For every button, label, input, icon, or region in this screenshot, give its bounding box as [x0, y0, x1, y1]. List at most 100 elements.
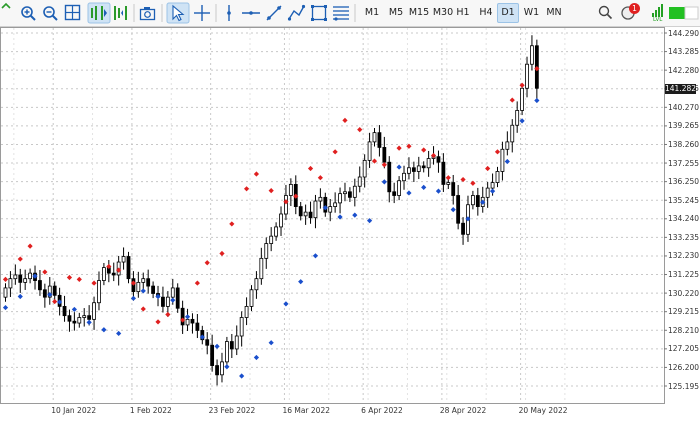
- candle-body: [416, 165, 421, 172]
- candle-body: [475, 195, 480, 207]
- chart-type-menu-button[interactable]: [0, 3, 14, 23]
- trend-line-tool[interactable]: [264, 3, 284, 23]
- zoom-out-button[interactable]: [41, 3, 61, 23]
- timeframe-mn[interactable]: MN: [543, 3, 565, 23]
- candle-body: [269, 235, 274, 244]
- candle-body: [436, 156, 441, 163]
- candle-body: [421, 165, 426, 169]
- screenshot-button[interactable]: [139, 3, 159, 23]
- y-tick-label: 142.280: [668, 65, 700, 75]
- crosshair-tool[interactable]: [192, 3, 212, 23]
- current-price-label: 141.282: [665, 83, 697, 94]
- candle-body: [205, 339, 210, 346]
- candle-body: [111, 272, 116, 276]
- candle-body: [274, 226, 279, 237]
- candle-body: [352, 185, 357, 198]
- candle-body: [264, 243, 269, 259]
- candle-body: [87, 315, 92, 320]
- candle-body: [505, 141, 510, 150]
- candle-body: [357, 176, 362, 187]
- candle-body: [470, 195, 475, 206]
- timeframe-m1[interactable]: M1: [360, 3, 384, 23]
- y-tick-label: 138.260: [668, 139, 700, 149]
- candle-body: [259, 257, 264, 280]
- candle-body: [165, 296, 170, 307]
- y-tick-label: 125.195: [668, 381, 700, 391]
- timeframe-m5[interactable]: M5: [384, 3, 408, 23]
- y-tick-label: 133.235: [668, 232, 700, 242]
- candle-body: [461, 222, 465, 235]
- candle-body: [185, 318, 190, 326]
- candle-body: [441, 161, 446, 185]
- cursor-tool[interactable]: [167, 3, 189, 23]
- candle-body: [313, 200, 318, 219]
- candle-body: [42, 289, 47, 298]
- candle-body: [82, 315, 87, 318]
- chart-shift-button[interactable]: [112, 3, 132, 23]
- candle-body: [510, 124, 515, 143]
- candle-body: [318, 196, 323, 202]
- candle-body: [102, 267, 106, 281]
- candle-body: [495, 171, 500, 183]
- chart-canvas[interactable]: [0, 27, 700, 422]
- timeframe-m15[interactable]: M15: [407, 3, 431, 23]
- candle-body: [190, 318, 195, 324]
- candle-body: [377, 132, 382, 148]
- notification-badge: 1: [629, 3, 640, 14]
- candle-body: [347, 191, 352, 198]
- candle-body: [239, 317, 244, 337]
- candle-body: [451, 182, 456, 196]
- timeframe-h1[interactable]: H1: [453, 3, 473, 23]
- candle-body: [126, 256, 131, 280]
- candle-body: [500, 148, 505, 172]
- candle-body: [234, 335, 239, 350]
- candle-body: [402, 172, 406, 182]
- y-tick-label: 135.245: [668, 195, 700, 205]
- y-tick-label: 140.270: [668, 102, 700, 112]
- x-tick-label: 6 Apr 2022: [361, 406, 403, 415]
- connection-status-indicator: [669, 7, 685, 19]
- candle-body: [407, 167, 411, 174]
- candle-body: [446, 182, 451, 185]
- x-tick-label: 20 May 2022: [518, 406, 568, 415]
- y-tick-label: 137.255: [668, 158, 700, 168]
- candle-body: [18, 274, 23, 283]
- search-button[interactable]: [596, 3, 616, 23]
- candle-body: [215, 365, 219, 376]
- candle-body: [136, 281, 141, 293]
- candle-body: [284, 195, 288, 215]
- candle-body: [151, 285, 156, 294]
- polyline-tool[interactable]: [287, 3, 307, 23]
- rectangle-tool[interactable]: [309, 3, 329, 23]
- y-tick-label: 131.225: [668, 270, 700, 280]
- candle-body: [210, 344, 215, 366]
- grid-button[interactable]: [63, 3, 83, 23]
- candle-body: [387, 161, 392, 193]
- candle-body: [520, 87, 524, 111]
- candle-body: [426, 158, 431, 169]
- candle-body: [367, 141, 372, 161]
- autoscroll-button[interactable]: [88, 3, 110, 23]
- timeframe-w1[interactable]: W1: [521, 3, 542, 23]
- candle-body: [220, 361, 224, 376]
- price-chart[interactable]: 144.290143.285142.280141.275140.270139.2…: [0, 27, 700, 422]
- timeframe-h4[interactable]: H4: [476, 3, 496, 23]
- candle-body: [328, 206, 333, 213]
- candle-body: [170, 287, 175, 298]
- candle-body: [288, 184, 293, 196]
- candle-body: [195, 322, 200, 331]
- vertical-line-tool[interactable]: [219, 3, 239, 23]
- x-tick-label: 23 Feb 2022: [208, 406, 256, 415]
- candle-body: [121, 256, 126, 263]
- candle-body: [141, 278, 146, 283]
- fibonacci-tool[interactable]: [332, 3, 352, 23]
- timeframe-d1[interactable]: D1: [497, 3, 519, 23]
- candle-body: [244, 306, 249, 318]
- horizontal-line-tool[interactable]: [241, 3, 261, 23]
- zoom-in-button[interactable]: [19, 3, 39, 23]
- candle-body: [308, 211, 313, 219]
- y-tick-label: 136.250: [668, 177, 700, 187]
- y-tick-label: 134.240: [668, 214, 700, 224]
- candle-body: [72, 320, 77, 324]
- candle-body: [62, 306, 67, 317]
